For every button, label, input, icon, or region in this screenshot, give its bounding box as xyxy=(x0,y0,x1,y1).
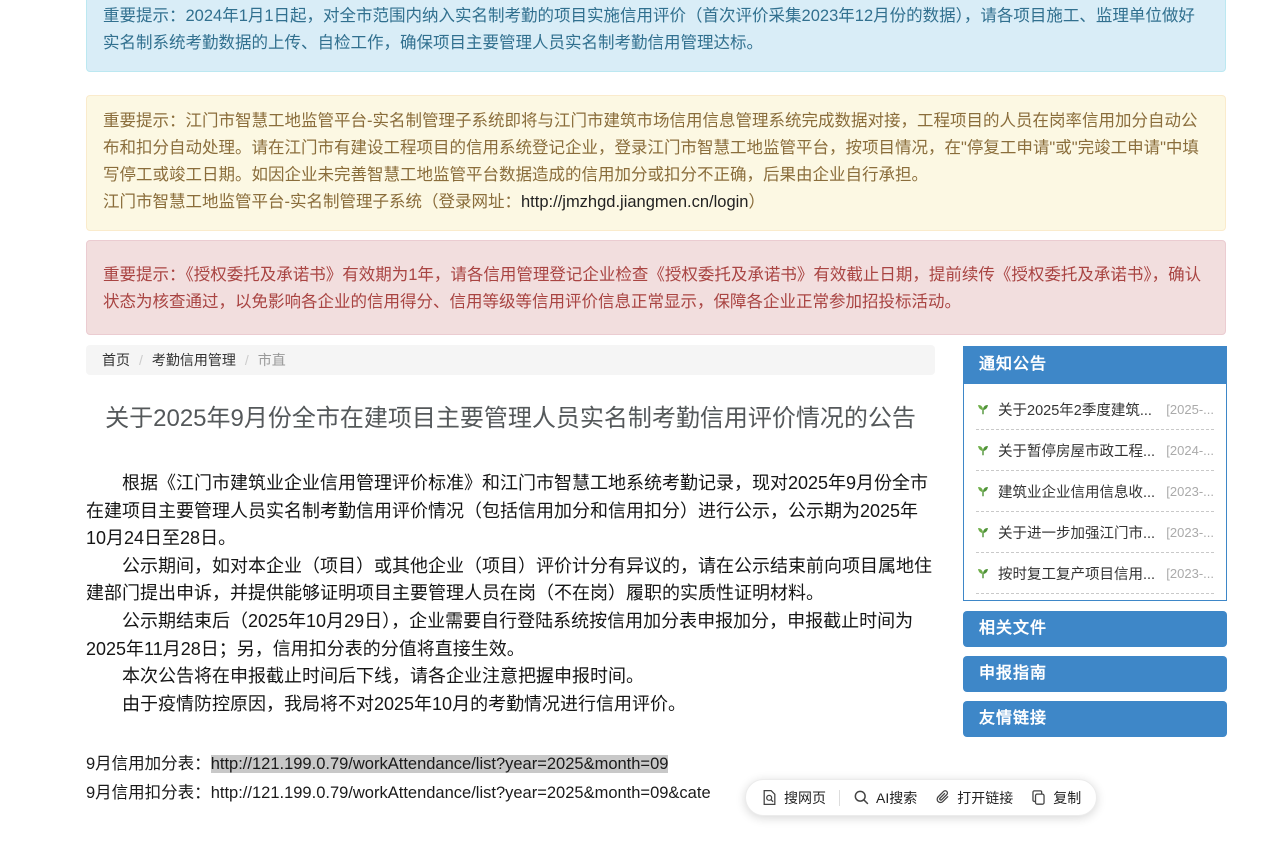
notice-board-header: 通知公告 xyxy=(963,346,1227,384)
copy-icon xyxy=(1030,789,1047,806)
notice-title: 关于暂停房屋市政工程... xyxy=(998,440,1162,461)
notice-list-item[interactable]: 建筑业企业信用信息收... [2023-... xyxy=(976,471,1214,512)
page-title: 关于2025年9月份全市在建项目主要管理人员实名制考勤信用评价情况的公告 xyxy=(86,400,935,438)
article-paragraph: 本次公告将在申报截止时间后下线，请各企业注意把握申报时间。 xyxy=(86,663,935,691)
copy-button[interactable]: 复制 xyxy=(1030,788,1081,808)
alert-info: 重要提示：2024年1月1日起，对全市范围内纳入实名制考勤的项目实施信用评价（首… xyxy=(86,0,1226,72)
sidebar: 通知公告 关于2025年2季度建筑... [2025-... 关于暂停房屋市政工… xyxy=(963,346,1227,737)
alert-warning-login-suffix: ） xyxy=(748,193,765,211)
deduct-link-url[interactable]: http://121.199.0.79/workAttendance/list?… xyxy=(211,784,711,802)
sidebar-item-declare-guide[interactable]: 申报指南 xyxy=(963,656,1227,692)
breadcrumb-separator: / xyxy=(245,352,249,368)
notice-date: [2023-... xyxy=(1166,484,1214,499)
sidebar-item-friend-links[interactable]: 友情链接 xyxy=(963,701,1227,737)
article-paragraph: 由于疫情防控原因，我局将不对2025年10月的考勤情况进行信用评价。 xyxy=(86,691,935,719)
notice-list-item[interactable]: 按时复工复产项目信用... [2023-... xyxy=(976,553,1214,594)
article-paragraph: 根据《江门市建筑业企业信用管理评价标准》和江门市智慧工地系统考勤记录，现对202… xyxy=(86,470,935,553)
breadcrumb-current: 市直 xyxy=(258,350,286,370)
toolbar-divider xyxy=(839,790,840,806)
notice-title: 关于进一步加强江门市... xyxy=(998,522,1162,543)
alert-info-text: 重要提示：2024年1月1日起，对全市范围内纳入实名制考勤的项目实施信用评价（首… xyxy=(103,7,1195,52)
search-web-button[interactable]: 搜网页 xyxy=(761,788,826,808)
alert-danger: 重要提示：《授权委托及承诺书》有效期为1年，请各信用管理登记企业检查《授权委托及… xyxy=(86,240,1226,335)
notice-title: 按时复工复产项目信用... xyxy=(998,563,1162,584)
sprout-icon xyxy=(976,566,990,580)
notice-date: [2025-... xyxy=(1166,402,1214,417)
bonus-link-label: 9月信用加分表： xyxy=(86,755,211,773)
breadcrumb: 首页 / 考勤信用管理 / 市直 xyxy=(86,345,935,375)
search-web-label: 搜网页 xyxy=(784,788,826,808)
alert-warning: 重要提示：江门市智慧工地监管平台-实名制管理子系统即将与江门市建筑市场信用信息管… xyxy=(86,95,1226,231)
sprout-icon xyxy=(976,484,990,498)
selection-toolbar: 搜网页 AI搜索 打开链接 复制 xyxy=(745,779,1097,816)
bonus-link-url[interactable]: http://121.199.0.79/workAttendance/list?… xyxy=(211,755,669,773)
alert-warning-text: 重要提示：江门市智慧工地监管平台-实名制管理子系统即将与江门市建筑市场信用信息管… xyxy=(103,108,1209,189)
copy-label: 复制 xyxy=(1053,788,1081,808)
notice-date: [2024-... xyxy=(1166,443,1214,458)
sprout-icon xyxy=(976,402,990,416)
open-link-button[interactable]: 打开链接 xyxy=(934,788,1013,808)
breadcrumb-section[interactable]: 考勤信用管理 xyxy=(152,350,236,370)
notice-title: 关于2025年2季度建筑... xyxy=(998,399,1162,420)
breadcrumb-separator: / xyxy=(139,352,143,368)
ai-search-button[interactable]: AI搜索 xyxy=(853,788,917,808)
page: 重要提示：2024年1月1日起，对全市范围内纳入实名制考勤的项目实施信用评价（首… xyxy=(0,0,1285,842)
login-url[interactable]: http://jmzhgd.jiangmen.cn/login xyxy=(521,193,748,211)
ai-search-label: AI搜索 xyxy=(876,788,917,808)
alert-warning-login-prefix: 江门市智慧工地监管平台-实名制管理子系统（登录网址： xyxy=(103,193,521,211)
article-paragraph: 公示期结束后（2025年10月29日），企业需要自行登陆系统按信用加分表申报加分… xyxy=(86,608,935,663)
magnifier-icon xyxy=(853,789,870,806)
alert-warning-login-line: 江门市智慧工地监管平台-实名制管理子系统（登录网址：http://jmzhgd.… xyxy=(103,189,1209,216)
sprout-icon xyxy=(976,525,990,539)
sidebar-item-related-files[interactable]: 相关文件 xyxy=(963,611,1227,647)
notice-date: [2023-... xyxy=(1166,566,1214,581)
notice-list-item[interactable]: 关于2025年2季度建筑... [2025-... xyxy=(976,389,1214,430)
notice-list: 关于2025年2季度建筑... [2025-... 关于暂停房屋市政工程... … xyxy=(963,384,1227,601)
breadcrumb-home[interactable]: 首页 xyxy=(102,350,130,370)
sprout-icon xyxy=(976,443,990,457)
notice-list-item[interactable]: 关于暂停房屋市政工程... [2024-... xyxy=(976,430,1214,471)
alert-danger-text: 重要提示：《授权委托及承诺书》有效期为1年，请各信用管理登记企业检查《授权委托及… xyxy=(103,266,1201,311)
article-paragraph: 公示期间，如对本企业（项目）或其他企业（项目）评价计分有异议的，请在公示结束前向… xyxy=(86,553,935,608)
open-link-label: 打开链接 xyxy=(957,788,1013,808)
search-page-icon xyxy=(761,789,778,806)
link-icon xyxy=(934,789,951,806)
bonus-link-row: 9月信用加分表：http://121.199.0.79/workAttendan… xyxy=(86,750,935,779)
deduct-link-label: 9月信用扣分表： xyxy=(86,784,211,802)
notice-list-item[interactable]: 关于进一步加强江门市... [2023-... xyxy=(976,512,1214,553)
notice-date: [2023-... xyxy=(1166,525,1214,540)
article-body: 根据《江门市建筑业企业信用管理评价标准》和江门市智慧工地系统考勤记录，现对202… xyxy=(86,470,935,718)
notice-title: 建筑业企业信用信息收... xyxy=(998,481,1162,502)
